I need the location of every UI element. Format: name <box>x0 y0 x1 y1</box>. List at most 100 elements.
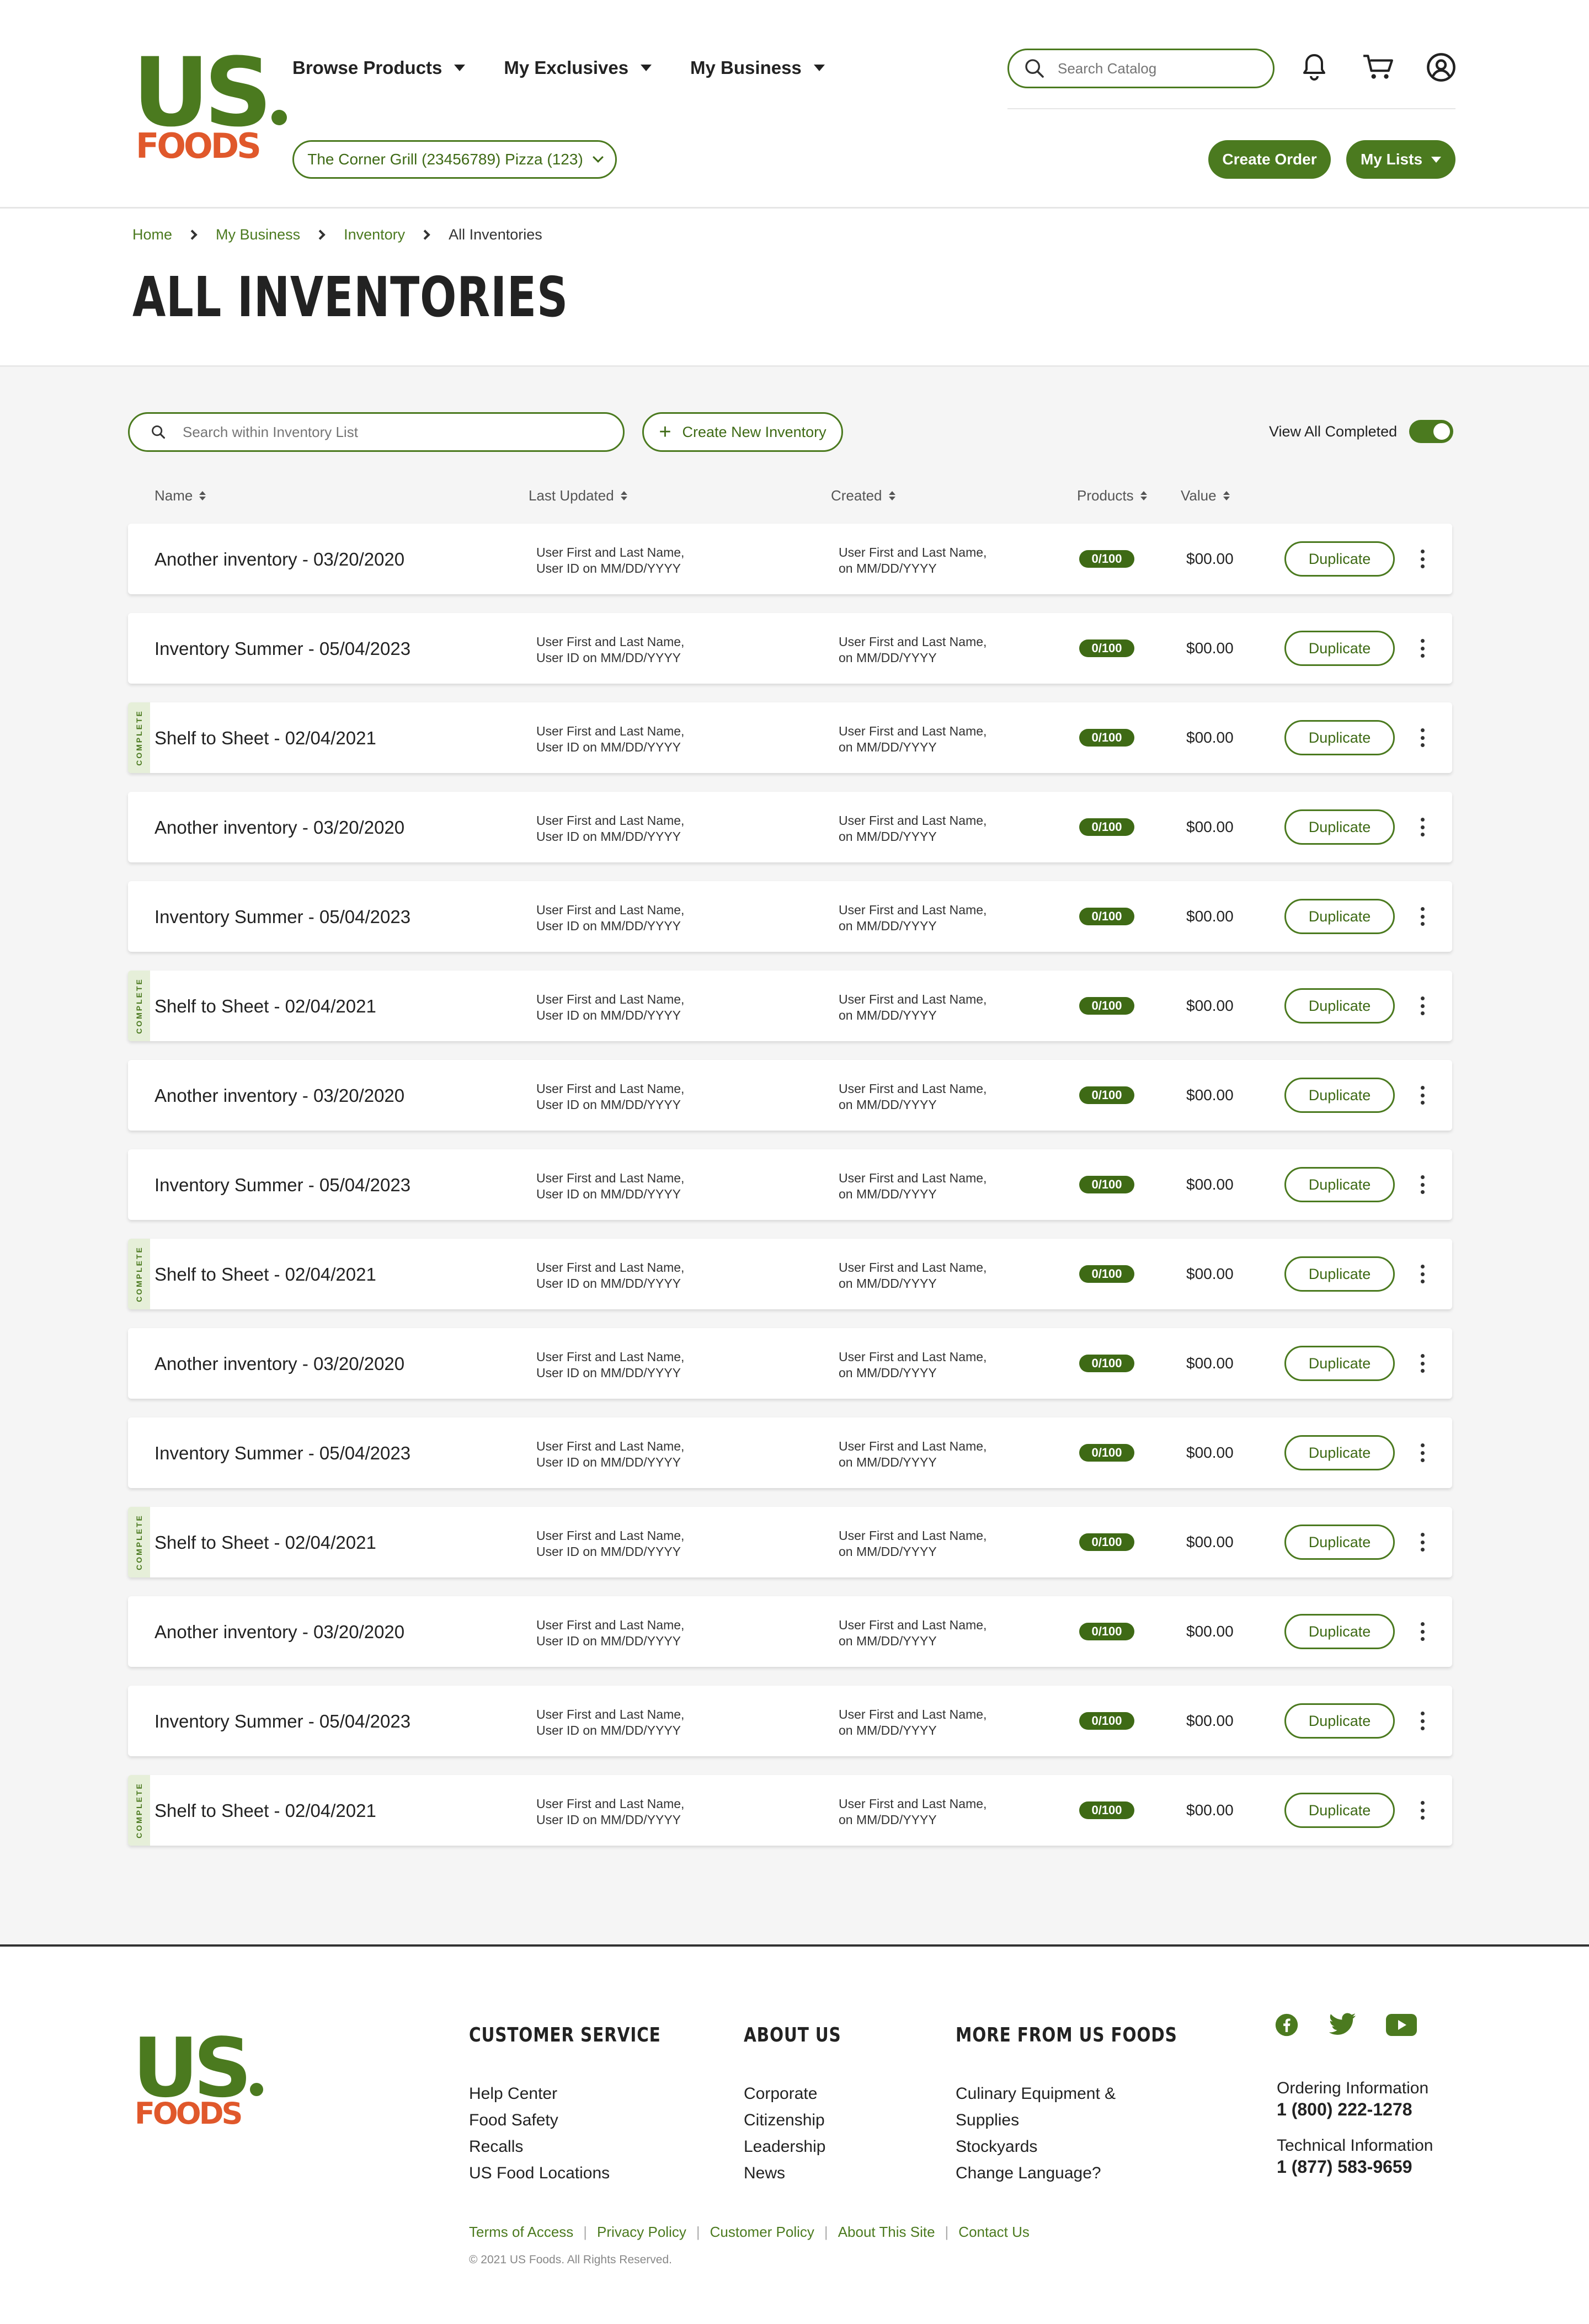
more-options-icon[interactable] <box>1417 1174 1428 1196</box>
more-options-icon[interactable] <box>1417 1799 1428 1821</box>
table-row[interactable]: COMPLETE Shelf to Sheet - 02/04/2021 Use… <box>128 971 1452 1041</box>
more-options-icon[interactable] <box>1417 548 1428 570</box>
footer-link[interactable]: News <box>744 2160 862 2187</box>
view-all-completed-toggle[interactable] <box>1409 420 1454 443</box>
footer-link[interactable]: Citizenship <box>744 2107 862 2134</box>
inventory-name[interactable]: Another inventory - 03/20/2020 <box>154 549 404 570</box>
ordering-phone[interactable]: 1 (800) 222-1278 <box>1277 2099 1433 2120</box>
footer-link[interactable]: Food Safety <box>469 2107 703 2134</box>
table-row[interactable]: Another inventory - 03/20/2020 User Firs… <box>128 524 1452 594</box>
bell-icon[interactable] <box>1298 51 1331 84</box>
table-row[interactable]: Inventory Summer - 05/04/2023 User First… <box>128 1149 1452 1220</box>
duplicate-button[interactable]: Duplicate <box>1284 809 1395 845</box>
duplicate-button[interactable]: Duplicate <box>1284 1256 1395 1292</box>
inventory-name[interactable]: Shelf to Sheet - 02/04/2021 <box>154 1532 376 1553</box>
duplicate-button[interactable]: Duplicate <box>1284 1614 1395 1649</box>
table-row[interactable]: Inventory Summer - 05/04/2023 User First… <box>128 1417 1452 1488</box>
cart-icon[interactable] <box>1362 51 1395 84</box>
footer-link[interactable]: Change Language? <box>956 2160 1226 2187</box>
inventory-name[interactable]: Inventory Summer - 05/04/2023 <box>154 1175 410 1196</box>
duplicate-button[interactable]: Duplicate <box>1284 1435 1395 1470</box>
more-options-icon[interactable] <box>1417 637 1428 659</box>
us-foods-logo[interactable]: US FOODS <box>132 45 287 163</box>
duplicate-button[interactable]: Duplicate <box>1284 1167 1395 1202</box>
twitter-icon[interactable] <box>1327 2013 1357 2037</box>
more-options-icon[interactable] <box>1417 816 1428 838</box>
table-row[interactable]: Another inventory - 03/20/2020 User Firs… <box>128 792 1452 862</box>
duplicate-button[interactable]: Duplicate <box>1284 1078 1395 1113</box>
table-row[interactable]: Another inventory - 03/20/2020 User Firs… <box>128 1060 1452 1131</box>
breadcrumb-my-business[interactable]: My Business <box>216 226 300 243</box>
duplicate-button[interactable]: Duplicate <box>1284 899 1395 934</box>
duplicate-button[interactable]: Duplicate <box>1284 1346 1395 1381</box>
table-row[interactable]: Another inventory - 03/20/2020 User Firs… <box>128 1328 1452 1399</box>
duplicate-button[interactable]: Duplicate <box>1284 988 1395 1024</box>
inventory-search-input[interactable] <box>183 423 569 441</box>
table-row[interactable]: COMPLETE Shelf to Sheet - 02/04/2021 Use… <box>128 1239 1452 1309</box>
breadcrumb-home[interactable]: Home <box>132 226 172 243</box>
more-options-icon[interactable] <box>1417 1531 1428 1553</box>
more-options-icon[interactable] <box>1417 995 1428 1017</box>
about-site-link[interactable]: About This Site <box>838 2224 935 2241</box>
inventory-name[interactable]: Shelf to Sheet - 02/04/2021 <box>154 1264 376 1285</box>
duplicate-button[interactable]: Duplicate <box>1284 1525 1395 1560</box>
inventory-name[interactable]: Inventory Summer - 05/04/2023 <box>154 1711 410 1732</box>
footer-link[interactable]: Recalls <box>469 2134 703 2160</box>
more-options-icon[interactable] <box>1417 905 1428 928</box>
more-options-icon[interactable] <box>1417 1621 1428 1643</box>
inventory-name[interactable]: Inventory Summer - 05/04/2023 <box>154 638 410 659</box>
column-header-name[interactable]: Name <box>154 487 206 504</box>
more-options-icon[interactable] <box>1417 1442 1428 1464</box>
column-header-last-updated[interactable]: Last Updated <box>529 487 627 504</box>
inventory-name[interactable]: Another inventory - 03/20/2020 <box>154 1353 404 1374</box>
column-header-created[interactable]: Created <box>831 487 895 504</box>
duplicate-button[interactable]: Duplicate <box>1284 631 1395 666</box>
table-row[interactable]: Inventory Summer - 05/04/2023 User First… <box>128 1686 1452 1756</box>
more-options-icon[interactable] <box>1417 1084 1428 1106</box>
nav-my-exclusives[interactable]: My Exclusives <box>504 57 652 78</box>
catalog-search-input[interactable] <box>1058 60 1256 77</box>
breadcrumb-inventory[interactable]: Inventory <box>344 226 405 243</box>
create-order-button[interactable]: Create Order <box>1208 140 1331 179</box>
footer-link[interactable]: Leadership <box>744 2134 862 2160</box>
create-new-inventory-button[interactable]: + Create New Inventory <box>642 412 843 452</box>
inventory-name[interactable]: Inventory Summer - 05/04/2023 <box>154 907 410 928</box>
column-header-value[interactable]: Value <box>1181 487 1230 504</box>
nav-browse-products[interactable]: Browse Products <box>292 57 466 78</box>
footer-link[interactable]: Help Center <box>469 2081 703 2107</box>
footer-link[interactable]: Stockyards <box>956 2134 1226 2160</box>
technical-phone[interactable]: 1 (877) 583-9659 <box>1277 2156 1433 2177</box>
us-foods-logo[interactable]: US FOODS <box>132 2027 263 2129</box>
inventory-search[interactable] <box>128 412 625 452</box>
duplicate-button[interactable]: Duplicate <box>1284 720 1395 755</box>
location-selector[interactable]: The Corner Grill (23456789) Pizza (123) <box>292 140 617 179</box>
privacy-link[interactable]: Privacy Policy <box>597 2224 686 2241</box>
duplicate-button[interactable]: Duplicate <box>1284 541 1395 577</box>
footer-link[interactable]: US Food Locations <box>469 2160 703 2187</box>
table-row[interactable]: COMPLETE Shelf to Sheet - 02/04/2021 Use… <box>128 1775 1452 1846</box>
terms-link[interactable]: Terms of Access <box>469 2224 573 2241</box>
more-options-icon[interactable] <box>1417 1352 1428 1374</box>
more-options-icon[interactable] <box>1417 1263 1428 1285</box>
contact-link[interactable]: Contact Us <box>958 2224 1030 2241</box>
table-row[interactable]: Inventory Summer - 05/04/2023 User First… <box>128 613 1452 684</box>
inventory-name[interactable]: Inventory Summer - 05/04/2023 <box>154 1443 410 1464</box>
inventory-name[interactable]: Another inventory - 03/20/2020 <box>154 817 404 838</box>
column-header-products[interactable]: Products <box>1077 487 1147 504</box>
facebook-icon[interactable] <box>1275 2013 1299 2037</box>
inventory-name[interactable]: Shelf to Sheet - 02/04/2021 <box>154 728 376 749</box>
table-row[interactable]: COMPLETE Shelf to Sheet - 02/04/2021 Use… <box>128 702 1452 773</box>
my-lists-button[interactable]: My Lists <box>1346 140 1455 179</box>
more-options-icon[interactable] <box>1417 1710 1428 1732</box>
youtube-icon[interactable] <box>1386 2013 1417 2037</box>
inventory-name[interactable]: Another inventory - 03/20/2020 <box>154 1085 404 1106</box>
table-row[interactable]: Inventory Summer - 05/04/2023 User First… <box>128 881 1452 952</box>
more-options-icon[interactable] <box>1417 727 1428 749</box>
footer-link[interactable]: Corporate <box>744 2081 862 2107</box>
table-row[interactable]: Another inventory - 03/20/2020 User Firs… <box>128 1596 1452 1667</box>
duplicate-button[interactable]: Duplicate <box>1284 1793 1395 1828</box>
footer-link[interactable]: Culinary Equipment & <box>956 2081 1226 2107</box>
inventory-name[interactable]: Shelf to Sheet - 02/04/2021 <box>154 1800 376 1821</box>
table-row[interactable]: COMPLETE Shelf to Sheet - 02/04/2021 Use… <box>128 1507 1452 1577</box>
duplicate-button[interactable]: Duplicate <box>1284 1703 1395 1739</box>
